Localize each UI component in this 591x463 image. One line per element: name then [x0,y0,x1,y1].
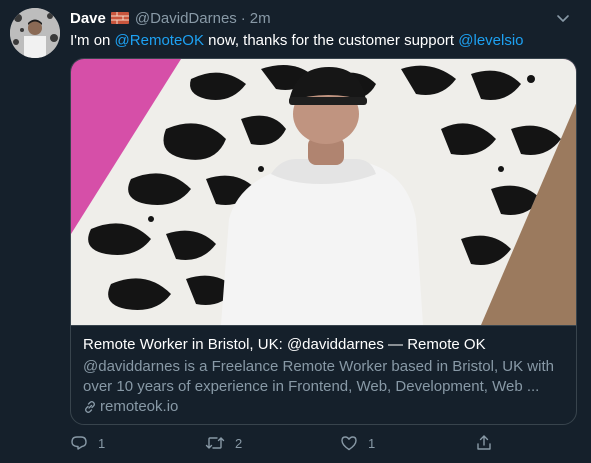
chevron-down-icon[interactable] [555,10,571,26]
timestamp[interactable]: 2m [250,10,271,27]
share-button[interactable] [475,434,503,452]
tweet-text: I'm on @RemoteOK now, thanks for the cus… [70,31,524,51]
action-bar: 1 2 1 [70,434,570,456]
retweet-icon [205,437,225,449]
share-icon [477,435,491,450]
author-handle[interactable]: @DavidDarnes [135,10,237,27]
tweet[interactable]: Dave @DavidDarnes · 2m I'm on @RemoteOK … [0,0,591,463]
heart-icon [341,436,357,451]
tweet-text-before: I'm on [70,32,115,49]
tweet-text-middle: now, thanks for the customer support [203,32,459,49]
separator-dot: · [240,9,246,27]
mention-levelsio[interactable]: @levelsio [458,32,523,49]
card-body[interactable]: Remote Worker in Bristol, UK: @daviddarn… [71,325,576,424]
card-domain-text: remoteok.io [100,398,179,415]
retweet-count: 2 [235,435,243,451]
author-name[interactable]: Dave [70,10,106,27]
avatar[interactable] [10,8,60,58]
reply-button[interactable]: 1 [70,434,105,452]
reply-icon [71,436,87,450]
card-image[interactable] [71,59,577,325]
reply-count: 1 [98,435,106,451]
link-icon [85,401,95,413]
card-title[interactable]: Remote Worker in Bristol, UK: @daviddarn… [83,335,566,355]
retweet-button[interactable]: 2 [205,434,242,452]
mention-remoteok[interactable]: @RemoteOK [115,32,204,49]
card-description: @daviddarnes is a Freelance Remote Worke… [83,358,554,395]
brick-emoji [110,11,129,25]
link-card[interactable]: Remote Worker in Bristol, UK: @daviddarn… [70,58,577,425]
like-button[interactable]: 1 [340,434,375,452]
tweet-header: Dave @DavidDarnes · 2m [70,8,571,28]
card-domain[interactable]: remoteok.io [83,397,566,417]
like-count: 1 [368,435,376,451]
